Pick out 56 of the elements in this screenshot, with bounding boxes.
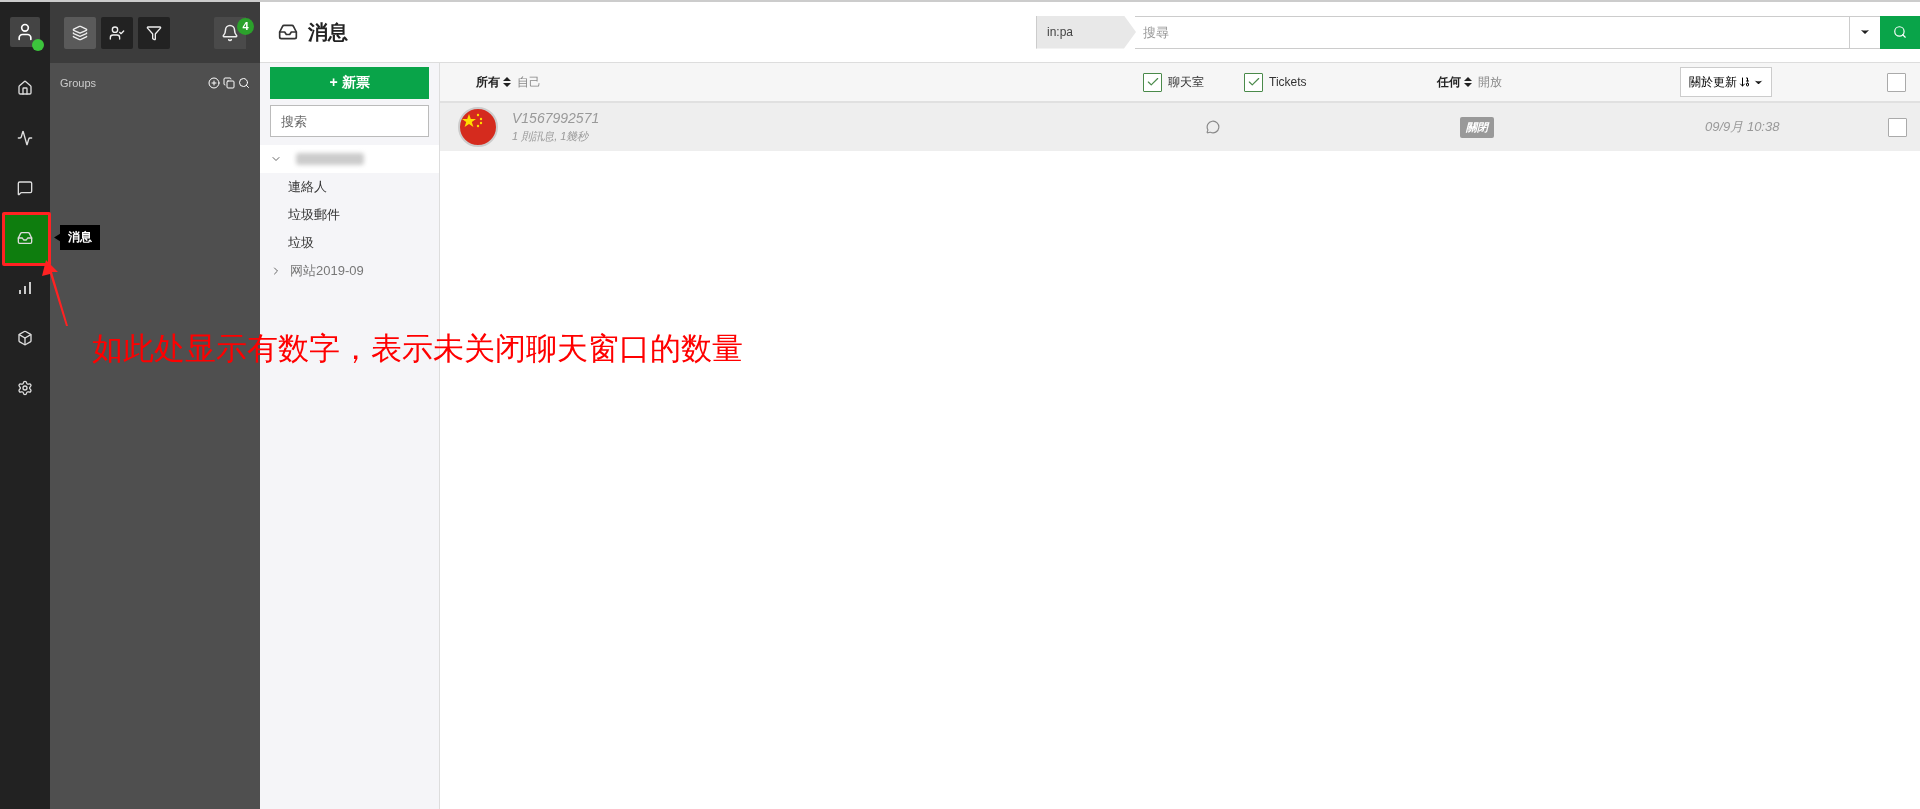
checkbox[interactable]	[1143, 72, 1162, 92]
bar-chart-icon	[17, 280, 33, 296]
search-icon	[1893, 25, 1907, 39]
toolbar-button[interactable]	[64, 16, 96, 49]
sort-icon[interactable]	[1464, 77, 1472, 87]
sort-order-icon	[1738, 76, 1751, 88]
status-option[interactable]: 開放	[1478, 73, 1502, 91]
sort-button[interactable]: 關於更新	[1680, 67, 1772, 97]
tree-item[interactable]: 垃圾	[260, 229, 439, 257]
box-icon	[17, 330, 33, 346]
search-dropdown-button[interactable]	[1849, 15, 1881, 49]
bell-icon	[221, 23, 239, 42]
search-button[interactable]	[1880, 15, 1920, 49]
groups-label: Groups	[60, 77, 98, 89]
search-field[interactable]: 搜尋	[1135, 15, 1849, 49]
layers-icon	[72, 24, 88, 41]
check-icon	[1145, 75, 1160, 89]
owner-filter[interactable]: 所有	[476, 73, 500, 91]
settings-icon	[17, 380, 33, 396]
owner-option[interactable]: 自己	[517, 73, 541, 91]
inbox-icon	[278, 22, 298, 42]
timestamp: 09/9月 10:38	[1705, 118, 1780, 136]
search-scope-tag: in:pa	[1036, 15, 1136, 49]
sort-icon[interactable]	[503, 77, 511, 87]
chat-bubble-icon	[1206, 120, 1220, 134]
toolbar-button[interactable]	[138, 16, 170, 49]
flag-icon	[458, 107, 498, 147]
inbox-icon	[17, 230, 33, 246]
online-status-icon	[32, 39, 44, 51]
checkbox[interactable]	[1244, 72, 1263, 92]
page-title: 消息	[308, 19, 348, 45]
home-icon	[17, 80, 33, 96]
notification-badge: 4	[237, 17, 254, 35]
filter-icon	[146, 24, 162, 41]
channel-label: 聊天室	[1168, 73, 1204, 91]
check-icon	[1246, 75, 1261, 89]
user-icon	[15, 22, 35, 42]
tree-item[interactable]: 垃圾郵件	[260, 201, 439, 229]
redacted-text	[296, 153, 364, 165]
search-icon[interactable]	[238, 77, 250, 89]
status-filter[interactable]: 任何	[1437, 73, 1461, 91]
status-badge: 關閉	[1460, 116, 1494, 138]
row-checkbox[interactable]	[1888, 117, 1907, 137]
highlight-frame	[2, 212, 51, 266]
activity-icon	[17, 130, 33, 146]
add-icon[interactable]	[208, 77, 220, 89]
select-all-checkbox[interactable]	[1887, 72, 1906, 92]
copy-icon[interactable]	[223, 77, 235, 89]
channel-label: Tickets	[1269, 75, 1307, 89]
chat-icon	[17, 180, 33, 196]
user-check-icon	[109, 24, 125, 41]
folder-search-field[interactable]: 搜索	[270, 105, 429, 137]
tree-item[interactable]: 連絡人	[260, 173, 439, 201]
message-summary: 1 則訊息, 1幾秒	[512, 129, 590, 144]
toolbar-button[interactable]	[101, 16, 133, 49]
tree-item[interactable]: 网站2019-09	[290, 262, 364, 280]
